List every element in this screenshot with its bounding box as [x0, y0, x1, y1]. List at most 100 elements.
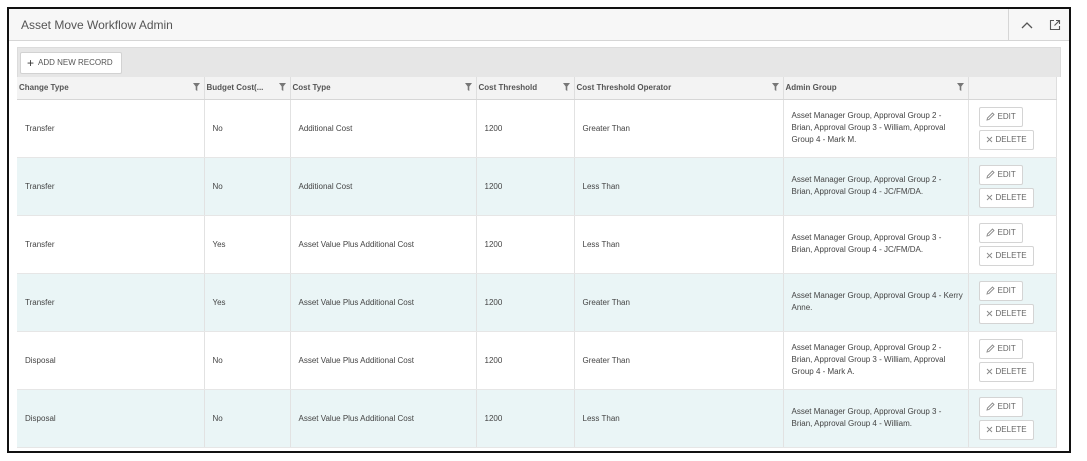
header-divider — [1008, 9, 1009, 40]
delete-label: DELETE — [995, 193, 1027, 202]
filter-icon[interactable] — [956, 83, 964, 93]
table-row: Transfer No Additional Cost 1200 Less Th… — [17, 157, 1057, 216]
col-header-budget-cost[interactable]: Budget Cost(... — [204, 77, 291, 100]
cell-actions: EDIT DELETE — [968, 389, 1057, 448]
plus-icon: + — [27, 55, 35, 70]
cell-change-type: Transfer — [17, 215, 205, 274]
cell-admin-group: Asset Manager Group, Approval Group 3 - … — [783, 389, 969, 448]
cell-actions: EDIT DELETE — [968, 157, 1057, 216]
cell-threshold: 1200 — [476, 389, 575, 448]
edit-label: EDIT — [997, 286, 1016, 295]
cell-admin-group: Asset Manager Group, Approval Group 4 - … — [783, 273, 969, 332]
edit-button[interactable]: EDIT — [978, 164, 1023, 185]
table-row: Transfer Yes Asset Value Plus Additional… — [17, 273, 1057, 332]
cell-admin-group: Asset Manager Group, Approval Group 3 - … — [783, 215, 969, 274]
x-icon — [986, 194, 992, 201]
filter-icon[interactable] — [192, 83, 200, 93]
pencil-icon — [985, 286, 995, 295]
cell-threshold: 1200 — [476, 273, 575, 332]
add-new-record-button[interactable]: + ADD NEW RECORD — [20, 51, 122, 74]
filter-icon[interactable] — [771, 83, 779, 93]
col-header-cost-threshold-operator[interactable]: Cost Threshold Operator — [574, 77, 784, 100]
pencil-icon — [985, 112, 995, 121]
cell-change-type: Transfer — [17, 157, 205, 216]
col-header-label: Budget Cost(... — [206, 83, 264, 93]
col-header-actions — [968, 77, 1057, 100]
edit-label: EDIT — [997, 344, 1016, 353]
cell-admin-group: Asset Manager Group, Approval Group 2 - … — [783, 157, 969, 216]
chevron-up-icon[interactable] — [1013, 9, 1041, 40]
edit-button[interactable]: EDIT — [978, 106, 1023, 127]
col-header-change-type[interactable]: Change Type — [17, 77, 205, 100]
delete-button[interactable]: DELETE — [978, 419, 1034, 440]
cell-operator: Greater Than — [574, 331, 784, 390]
panel-title: Asset Move Workflow Admin — [21, 17, 173, 32]
cell-cost-type: Asset Value Plus Additional Cost — [290, 389, 477, 448]
cell-budget-cost: No — [204, 99, 291, 158]
cell-operator: Greater Than — [574, 99, 784, 158]
add-new-record-label: ADD NEW RECORD — [38, 58, 113, 67]
grid-container: + ADD NEW RECORD Change Type Budget Cost… — [9, 41, 1069, 448]
cell-budget-cost: No — [204, 331, 291, 390]
edit-button[interactable]: EDIT — [978, 222, 1023, 243]
delete-button[interactable]: DELETE — [978, 187, 1034, 208]
edit-label: EDIT — [997, 112, 1016, 121]
cell-admin-group: Asset Manager Group, Approval Group 2 - … — [783, 99, 969, 158]
table-row: Disposal No Asset Value Plus Additional … — [17, 331, 1057, 390]
cell-actions: EDIT DELETE — [968, 331, 1057, 390]
col-header-cost-type[interactable]: Cost Type — [290, 77, 477, 100]
cell-threshold: 1200 — [476, 331, 575, 390]
cell-threshold: 1200 — [476, 215, 575, 274]
cell-cost-type: Asset Value Plus Additional Cost — [290, 273, 477, 332]
cell-change-type: Disposal — [17, 331, 205, 390]
filter-icon[interactable] — [278, 83, 286, 93]
edit-button[interactable]: EDIT — [978, 280, 1023, 301]
col-header-label: Cost Threshold — [478, 83, 538, 93]
external-link-icon[interactable] — [1041, 9, 1069, 40]
col-header-label: Cost Threshold Operator — [576, 83, 672, 93]
cell-actions: EDIT DELETE — [968, 99, 1057, 158]
delete-label: DELETE — [995, 309, 1027, 318]
x-icon — [986, 136, 992, 143]
pencil-icon — [985, 228, 995, 237]
pencil-icon — [985, 402, 995, 411]
grid-header-row: Change Type Budget Cost(... Cost Type Co… — [17, 77, 1057, 100]
cell-budget-cost: No — [204, 389, 291, 448]
panel-header: Asset Move Workflow Admin — [9, 9, 1069, 41]
delete-label: DELETE — [995, 367, 1027, 376]
delete-label: DELETE — [995, 135, 1027, 144]
grid-toolbar: + ADD NEW RECORD — [17, 47, 1061, 77]
col-header-admin-group[interactable]: Admin Group — [783, 77, 969, 100]
delete-button[interactable]: DELETE — [978, 361, 1034, 382]
filter-icon[interactable] — [464, 83, 472, 93]
col-header-cost-threshold[interactable]: Cost Threshold — [476, 77, 575, 100]
pencil-icon — [985, 170, 995, 179]
edit-button[interactable]: EDIT — [978, 396, 1023, 417]
cell-change-type: Transfer — [17, 99, 205, 158]
edit-button[interactable]: EDIT — [978, 338, 1023, 359]
edit-label: EDIT — [997, 170, 1016, 179]
cell-change-type: Transfer — [17, 273, 205, 332]
edit-label: EDIT — [997, 402, 1016, 411]
cell-cost-type: Asset Value Plus Additional Cost — [290, 331, 477, 390]
cell-cost-type: Asset Value Plus Additional Cost — [290, 215, 477, 274]
delete-button[interactable]: DELETE — [978, 129, 1034, 150]
workflow-grid: Change Type Budget Cost(... Cost Type Co… — [17, 77, 1057, 448]
delete-button[interactable]: DELETE — [978, 303, 1034, 324]
filter-icon[interactable] — [562, 83, 570, 93]
table-row: Transfer Yes Asset Value Plus Additional… — [17, 215, 1057, 274]
cell-budget-cost: No — [204, 157, 291, 216]
cell-cost-type: Additional Cost — [290, 99, 477, 158]
cell-budget-cost: Yes — [204, 215, 291, 274]
cell-operator: Less Than — [574, 215, 784, 274]
cell-budget-cost: Yes — [204, 273, 291, 332]
cell-change-type: Disposal — [17, 389, 205, 448]
col-header-label: Change Type — [19, 83, 69, 93]
cell-actions: EDIT DELETE — [968, 273, 1057, 332]
panel-header-controls — [1008, 9, 1069, 40]
delete-button[interactable]: DELETE — [978, 245, 1034, 266]
pencil-icon — [985, 344, 995, 353]
delete-label: DELETE — [995, 425, 1027, 434]
cell-cost-type: Additional Cost — [290, 157, 477, 216]
cell-operator: Greater Than — [574, 273, 784, 332]
